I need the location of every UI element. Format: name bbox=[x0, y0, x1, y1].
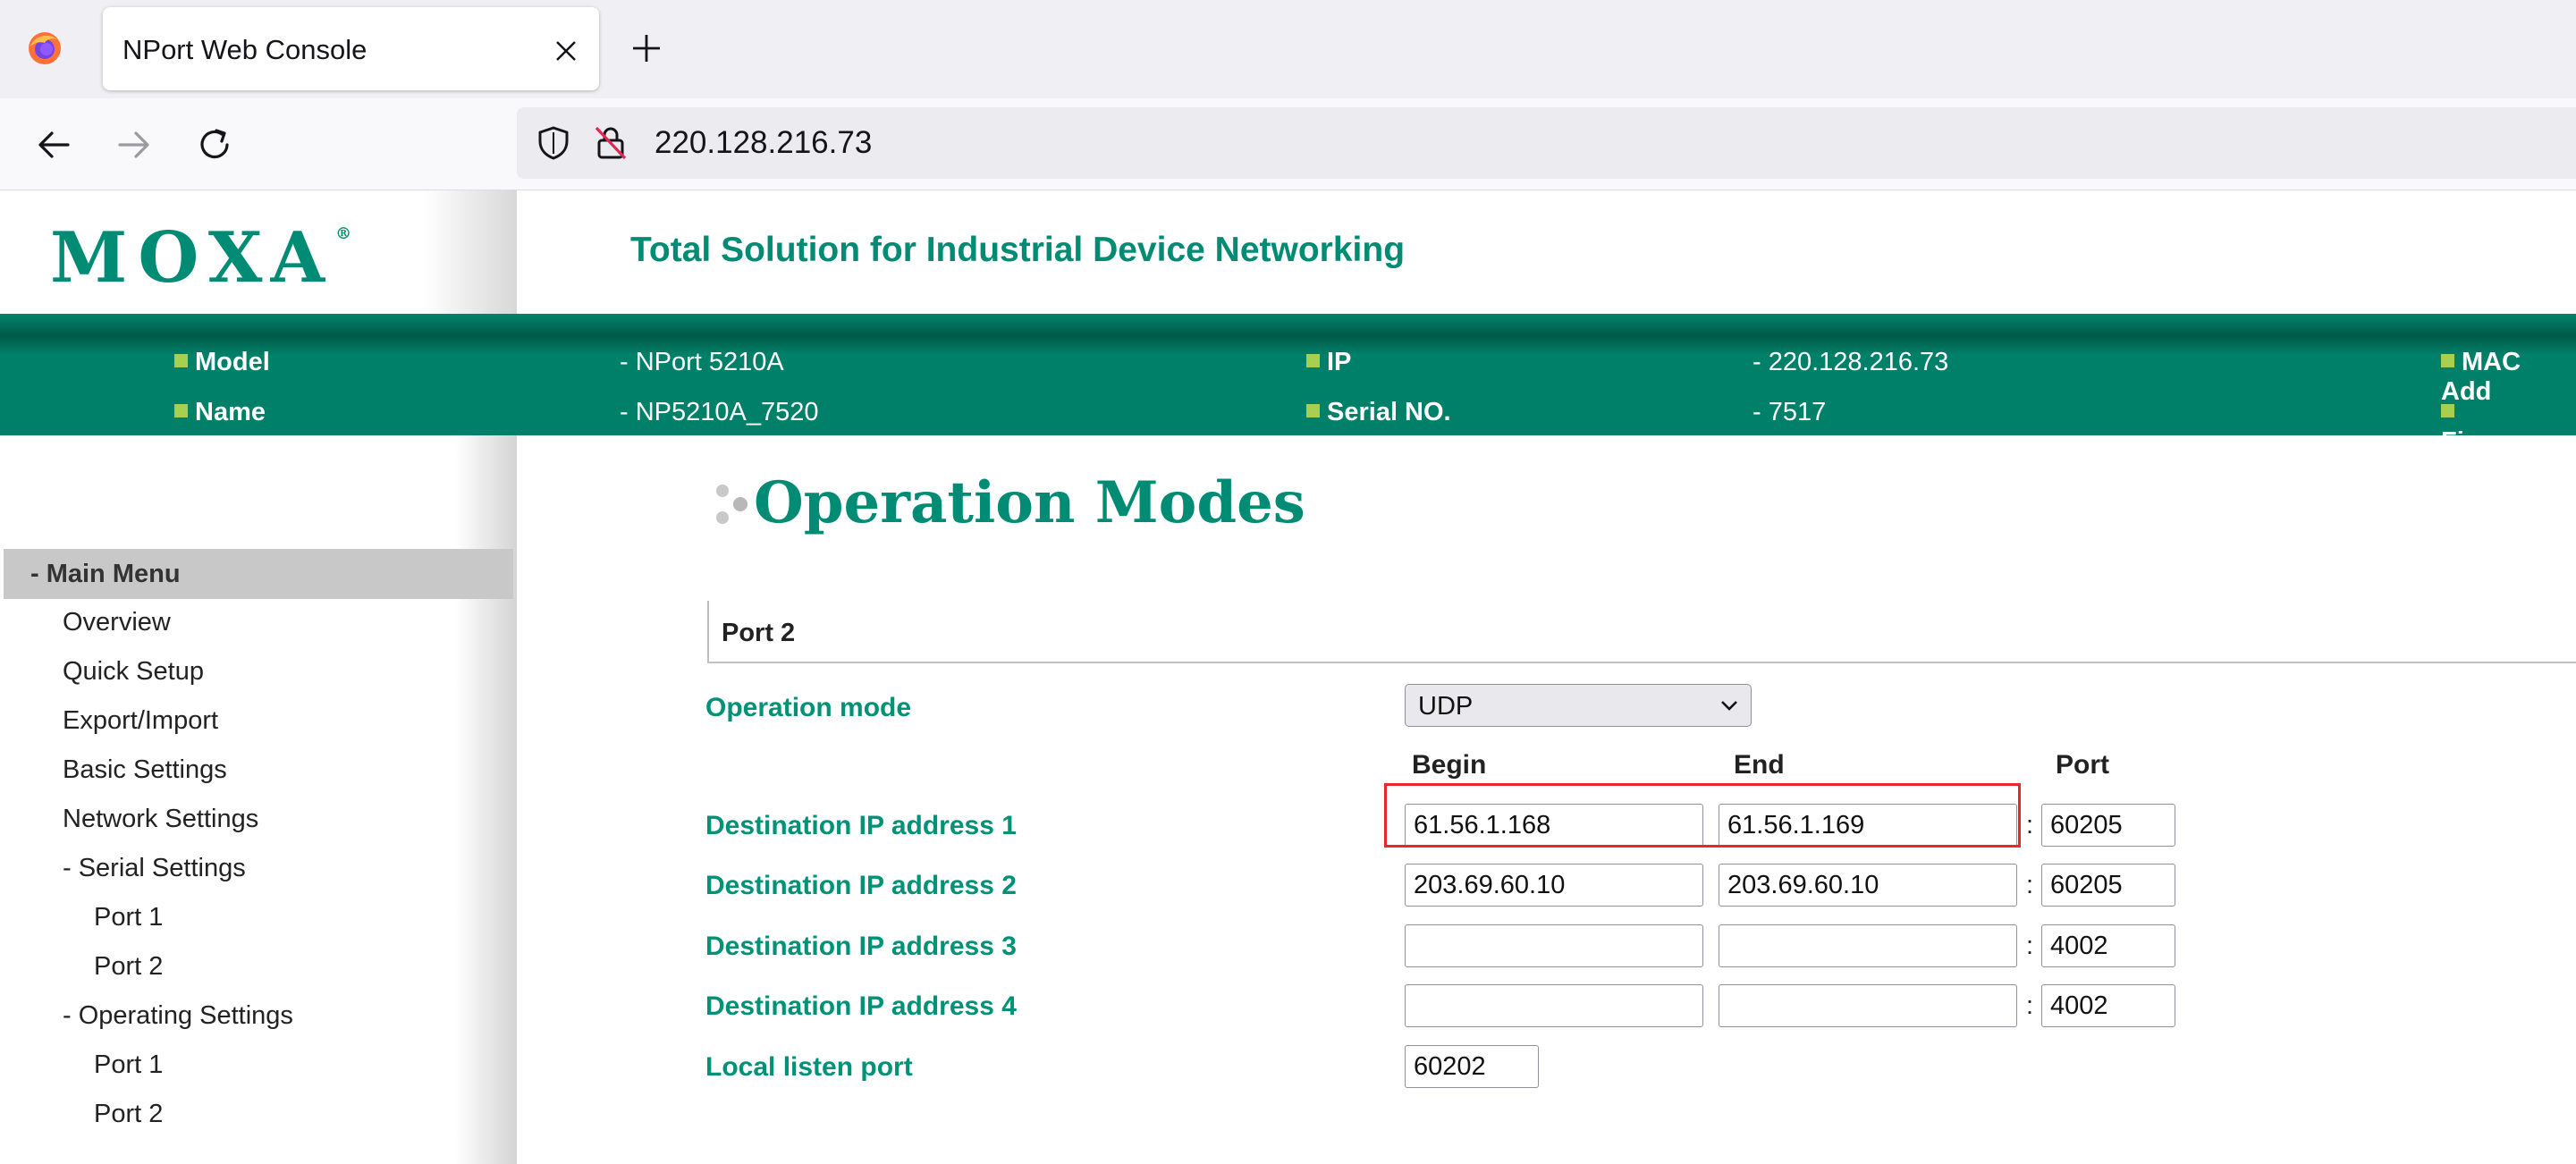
sidebar-item-overview[interactable]: Overview bbox=[63, 608, 171, 637]
model-label: Model bbox=[174, 348, 270, 377]
destination-ip-2-end-input[interactable] bbox=[1719, 864, 2017, 907]
page-title: Operation Modes bbox=[754, 469, 1305, 536]
destination-ip-2-label: Destination IP address 2 bbox=[705, 871, 1017, 900]
url-text[interactable]: 220.128.216.73 bbox=[655, 125, 872, 161]
sidebar-item-serial-port-1[interactable]: Port 1 bbox=[94, 903, 163, 932]
forward-arrow-icon[interactable] bbox=[114, 125, 154, 164]
destination-ip-3-label: Destination IP address 3 bbox=[705, 932, 1017, 961]
destination-ip-1-port-input[interactable] bbox=[2041, 804, 2175, 847]
destination-ip-2-begin-input[interactable] bbox=[1405, 864, 1703, 907]
new-tab-plus-icon[interactable] bbox=[630, 32, 663, 64]
tab-title: NPort Web Console bbox=[122, 34, 367, 65]
browser-tab[interactable]: NPort Web Console bbox=[103, 7, 599, 90]
port-section-header: Port 2 bbox=[707, 601, 2576, 663]
back-arrow-icon[interactable] bbox=[34, 125, 73, 164]
sidebar-item-serial-settings[interactable]: - Serial Settings bbox=[63, 854, 246, 883]
destination-ip-3-end-input[interactable] bbox=[1719, 924, 2017, 967]
address-bar[interactable]: 220.128.216.73 bbox=[517, 107, 2576, 179]
sidebar-item-operating-settings[interactable]: - Operating Settings bbox=[63, 1001, 293, 1031]
logo-area: MOXA® bbox=[0, 190, 517, 314]
logo-text: MOXA bbox=[50, 217, 336, 299]
tagline: Total Solution for Industrial Device Net… bbox=[630, 231, 1406, 269]
destination-ip-3-port-input[interactable] bbox=[2041, 924, 2175, 967]
operation-mode-value: UDP bbox=[1418, 692, 1474, 721]
main-menu-label: - Main Menu bbox=[30, 560, 181, 588]
shield-icon[interactable] bbox=[536, 125, 570, 161]
sidebar-item-operating-port-2[interactable]: Port 2 bbox=[94, 1100, 163, 1129]
local-listen-port-input[interactable] bbox=[1405, 1045, 1539, 1088]
local-listen-port-label: Local listen port bbox=[705, 1052, 913, 1082]
begin-column-header: Begin bbox=[1412, 750, 1487, 780]
sidebar-item-basic-settings[interactable]: Basic Settings bbox=[63, 755, 227, 785]
destination-ip-2-port-input[interactable] bbox=[2041, 864, 2175, 907]
moxa-logo: MOXA® bbox=[50, 217, 352, 299]
sidebar-item-operating-port-1[interactable]: Port 1 bbox=[94, 1050, 163, 1080]
browser-tab-bar: NPort Web Console bbox=[0, 0, 2576, 98]
web-page: MOXA® Total Solution for Industrial Devi… bbox=[0, 190, 2576, 1164]
close-icon[interactable] bbox=[554, 39, 578, 63]
reload-icon[interactable] bbox=[195, 125, 234, 164]
sidebar-item-serial-port-2[interactable]: Port 2 bbox=[94, 952, 163, 982]
sidebar-menu: - Main Menu Overview Quick Setup Export/… bbox=[0, 435, 517, 1164]
insecure-lock-icon[interactable] bbox=[594, 125, 628, 161]
model-value: - NPort 5210A bbox=[620, 348, 784, 376]
port-separator: : bbox=[2026, 932, 2034, 960]
destination-ip-4-end-input[interactable] bbox=[1719, 984, 2017, 1027]
title-bullet-icon bbox=[716, 485, 747, 524]
serial-value: - 7517 bbox=[1753, 398, 1827, 426]
device-info-bar: Model - NPort 5210A Name - NP5210A_7520 … bbox=[0, 314, 2576, 456]
end-column-header: End bbox=[1734, 750, 1785, 780]
sidebar-item-quick-setup[interactable]: Quick Setup bbox=[63, 657, 204, 687]
destination-ip-3-begin-input[interactable] bbox=[1405, 924, 1703, 967]
destination-ip-4-label: Destination IP address 4 bbox=[705, 991, 1017, 1021]
browser-navigation-bar: 220.128.216.73 bbox=[0, 98, 2576, 190]
ip-value: - 220.128.216.73 bbox=[1753, 348, 1949, 376]
operation-mode-select[interactable]: UDP bbox=[1405, 684, 1752, 727]
firefox-icon[interactable] bbox=[27, 30, 63, 66]
ip-label: IP bbox=[1306, 348, 1351, 377]
port-column-header: Port bbox=[2056, 750, 2109, 780]
operation-mode-label: Operation mode bbox=[705, 693, 912, 722]
destination-ip-1-label: Destination IP address 1 bbox=[705, 811, 1017, 840]
port-separator: : bbox=[2026, 811, 2034, 839]
destination-ip-4-begin-input[interactable] bbox=[1405, 984, 1703, 1027]
serial-label: Serial NO. bbox=[1306, 398, 1451, 427]
sidebar-main-menu[interactable]: - Main Menu bbox=[4, 549, 513, 599]
port-section-label: Port 2 bbox=[722, 619, 796, 647]
name-value: - NP5210A_7520 bbox=[620, 398, 819, 426]
port-separator: : bbox=[2026, 871, 2034, 899]
sidebar-item-export-import[interactable]: Export/Import bbox=[63, 706, 218, 736]
port-separator: : bbox=[2026, 991, 2034, 1020]
chevron-down-icon bbox=[1721, 701, 1737, 711]
highlight-box bbox=[1384, 783, 2021, 848]
name-label: Name bbox=[174, 398, 266, 427]
destination-ip-4-port-input[interactable] bbox=[2041, 984, 2175, 1027]
sidebar-item-network-settings[interactable]: Network Settings bbox=[63, 805, 258, 834]
